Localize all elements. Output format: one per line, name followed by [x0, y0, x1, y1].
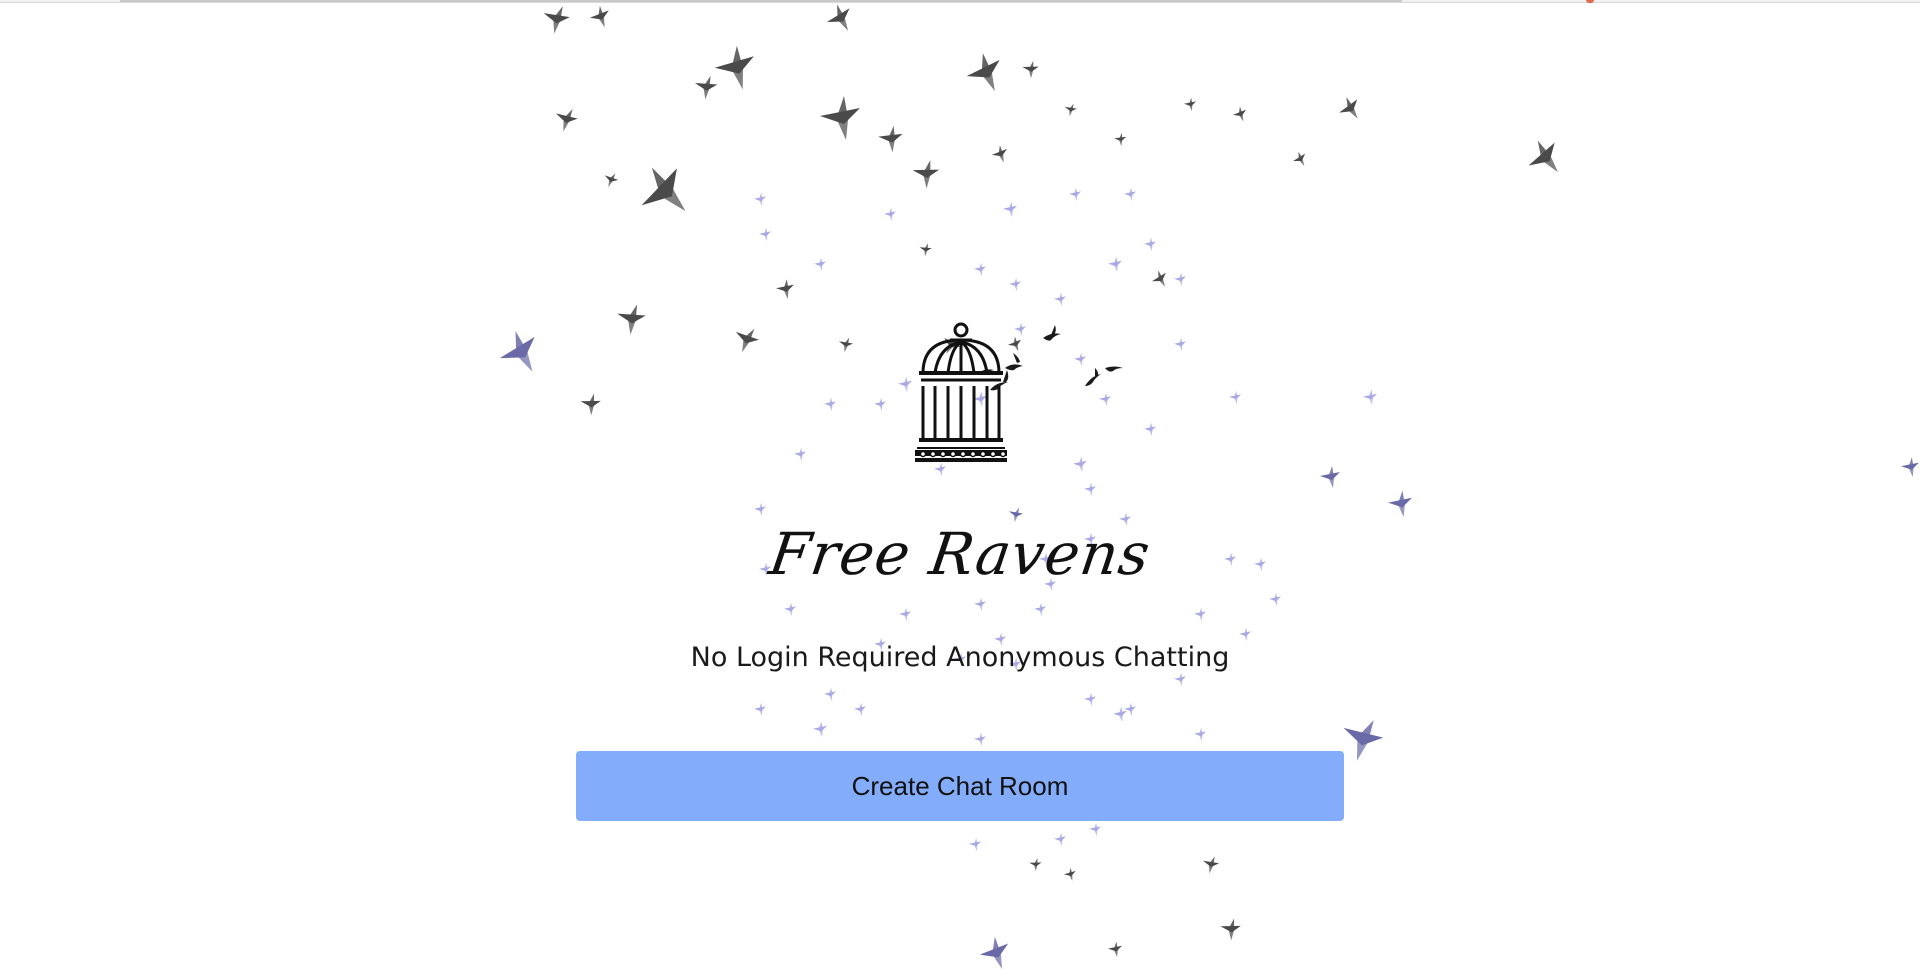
birdcage-icon — [915, 322, 1123, 462]
hero-section: Free Ravens No Login Required Anonymous … — [0, 0, 1920, 978]
create-chat-room-button[interactable]: Create Chat Room — [576, 751, 1344, 821]
brand-title: Free Ravens — [765, 520, 1155, 588]
tagline: No Login Required Anonymous Chatting — [690, 642, 1230, 673]
escaping-birds-icon — [980, 325, 1123, 391]
cage-frame — [917, 322, 1005, 449]
